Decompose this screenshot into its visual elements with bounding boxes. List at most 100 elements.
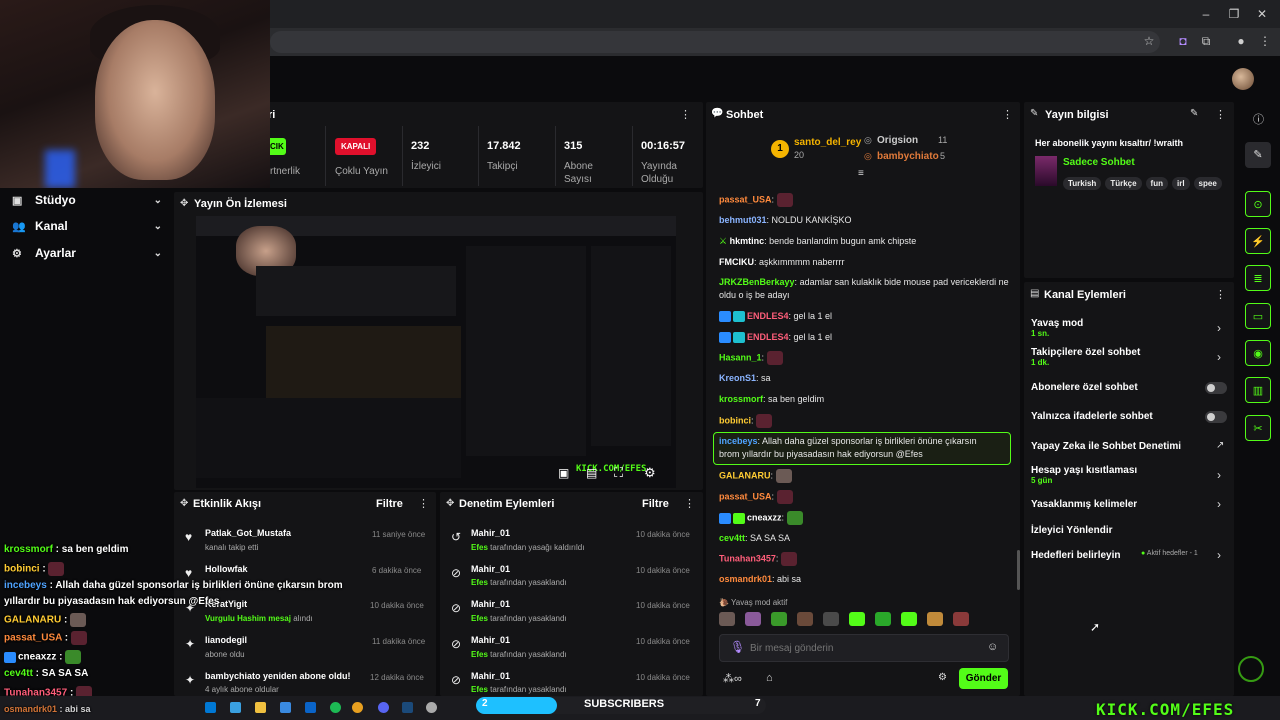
spotify-icon[interactable] <box>330 702 341 713</box>
discord-icon[interactable] <box>378 702 389 713</box>
multistream-badge[interactable]: KAPALI <box>335 138 377 155</box>
list-icon[interactable]: ≣ <box>1245 265 1271 291</box>
chat-username[interactable]: hkmtinc <box>730 236 765 246</box>
broadcast-icon[interactable]: ◉ <box>1245 340 1271 366</box>
chat-username[interactable]: GALANARU <box>719 470 771 480</box>
sidebar-item-settings[interactable]: ⚙ Ayarlar ⌄ <box>12 243 162 263</box>
moderation-name[interactable]: Mahir_01 <box>471 564 510 574</box>
chat-username[interactable]: KreonS1 <box>719 373 756 383</box>
chat-username[interactable]: osmandrk01 <box>719 574 772 584</box>
emotes-only-toggle[interactable] <box>1205 411 1227 423</box>
address-bar[interactable] <box>270 31 1160 53</box>
moderation-name[interactable]: Mahir_01 <box>471 635 510 645</box>
chat-username[interactable]: krossmorf <box>719 394 763 404</box>
activity-name[interactable]: Patlak_Got_Mustafa <box>205 528 291 538</box>
fullscreen-icon[interactable]: ⛶ <box>614 465 623 481</box>
leader-name[interactable]: Origsion <box>877 135 918 146</box>
info-icon[interactable]: ⓘ <box>1253 111 1264 127</box>
moderation-name[interactable]: Mahir_01 <box>471 671 510 681</box>
outlook-icon[interactable] <box>280 702 291 713</box>
activity-name[interactable]: bambychiato yeniden abone oldu! <box>205 671 351 681</box>
leaderboard-toggle-icon[interactable]: ≡ <box>858 168 864 179</box>
panel-drag-icon[interactable]: ✥ <box>446 498 454 509</box>
category-link[interactable]: Sadece Sohbet <box>1063 157 1135 168</box>
panel-menu-icon[interactable]: ⋮ <box>1215 288 1226 301</box>
emote-icon[interactable] <box>771 612 787 626</box>
word-icon[interactable] <box>305 702 316 713</box>
target-icon[interactable]: ⊙ <box>1245 191 1271 217</box>
store-icon[interactable]: ⌂ <box>766 672 773 684</box>
moderation-filter-button[interactable]: Filtre <box>642 498 669 510</box>
action-banned-words[interactable]: Yasaklanmış kelimeler <box>1031 499 1227 510</box>
emote-icon[interactable] <box>719 612 735 626</box>
settings-gear-icon[interactable]: ⚙ <box>644 465 656 481</box>
avatar[interactable] <box>1232 68 1254 90</box>
close-icon[interactable]: ✕ <box>1254 6 1270 22</box>
chat-username[interactable]: cev4tt <box>719 533 745 543</box>
panel-menu-icon[interactable]: ⋮ <box>684 497 695 510</box>
steam-icon[interactable] <box>402 702 413 713</box>
activity-name[interactable]: lianodegil <box>205 635 247 645</box>
chat-username[interactable]: JRKZBenBerkayy <box>719 277 795 287</box>
folder-icon[interactable] <box>255 702 266 713</box>
browser-menu-icon[interactable]: ⋮ <box>1258 34 1272 48</box>
leader-name[interactable]: bambychiato <box>877 151 939 162</box>
chat-bubble-icon[interactable]: ▭ <box>1245 303 1271 329</box>
sidebar-item-channel[interactable]: 👥 Kanal ⌄ <box>12 216 162 236</box>
emote-icon[interactable] <box>823 612 839 626</box>
fullscreen-alt-icon[interactable]: ▣ <box>558 466 569 480</box>
panel-drag-icon[interactable]: ✥ <box>180 198 188 209</box>
bookmark-star-icon[interactable]: ☆ <box>1142 34 1156 48</box>
chat-settings-icon[interactable]: ⚙ <box>938 672 947 683</box>
subs-only-toggle[interactable] <box>1205 382 1227 394</box>
maximize-icon[interactable]: ❐ <box>1226 6 1242 22</box>
chat-menu-icon[interactable]: ⋮ <box>1002 108 1013 121</box>
chat-scrollbar[interactable] <box>1017 550 1020 590</box>
emote-icon[interactable] <box>927 612 943 626</box>
sidebar-item-studio[interactable]: ▣ Stüdyo ⌄ <box>12 190 162 210</box>
extensions-puzzle-icon[interactable]: ⧉ <box>1199 34 1213 48</box>
bolt-icon[interactable]: ⚡ <box>1245 228 1271 254</box>
windows-start-icon[interactable] <box>205 702 216 713</box>
chat-username[interactable]: cneaxzz <box>747 512 782 522</box>
popout-icon[interactable]: ▤ <box>586 466 597 480</box>
leader-name[interactable]: santo_del_rey <box>794 137 861 148</box>
stream-preview-video[interactable]: KICK.COM/EFES <box>196 216 676 488</box>
chat-username[interactable]: FMCIKU <box>719 257 754 267</box>
moderation-name[interactable]: Mahir_01 <box>471 599 510 609</box>
emote-icon[interactable] <box>953 612 969 626</box>
emote-icon[interactable] <box>901 612 917 626</box>
emote-icon[interactable] <box>849 612 865 626</box>
points-icon[interactable]: ⁂∞ <box>723 672 742 685</box>
chat-input[interactable] <box>750 640 970 656</box>
edge-icon[interactable] <box>230 702 241 713</box>
microphone-icon[interactable]: 🎙 <box>730 640 745 654</box>
panel-drag-icon[interactable]: ✥ <box>180 498 188 509</box>
chrome-icon[interactable] <box>352 702 363 713</box>
activity-name[interactable]: Hollowfak <box>205 564 248 574</box>
action-ai-moderation[interactable]: Yapay Zeka ile Sohbet Denetimi <box>1031 441 1227 452</box>
profile-icon[interactable]: ● <box>1234 34 1248 48</box>
panel-menu-icon[interactable]: ⋮ <box>680 108 691 121</box>
emote-icon[interactable] <box>797 612 813 626</box>
send-button[interactable]: Gönder <box>959 668 1008 689</box>
emote-icon[interactable] <box>875 612 891 626</box>
obs-icon[interactable] <box>426 702 437 713</box>
chat-username[interactable]: passat_USA <box>719 491 772 501</box>
chat-username[interactable]: ENDLES4 <box>747 332 789 342</box>
chat-username[interactable]: Hasann_1 <box>719 352 762 362</box>
layout-icon[interactable]: ▥ <box>1245 377 1271 403</box>
action-followers-only[interactable]: Takipçilere özel sohbet 1 dk. <box>1031 347 1227 367</box>
chat-username[interactable]: behmut031 <box>719 215 767 225</box>
minimize-icon[interactable]: – <box>1198 6 1214 22</box>
emote-icon[interactable] <box>745 612 761 626</box>
action-slow-mode[interactable]: Yavaş mod 1 sn. <box>1031 318 1227 338</box>
chat-username[interactable]: ENDLES4 <box>747 311 789 321</box>
extension-icon[interactable]: ◘ <box>1176 34 1190 48</box>
chat-username[interactable]: incebeys <box>719 436 758 446</box>
panel-menu-icon[interactable]: ⋮ <box>1215 108 1226 121</box>
edit-pencil-icon[interactable]: ✎ <box>1245 142 1271 168</box>
moderation-name[interactable]: Mahir_01 <box>471 528 510 538</box>
action-account-age[interactable]: Hesap yaşı kısıtlaması 5 gün <box>1031 465 1227 485</box>
panel-menu-icon[interactable]: ⋮ <box>418 497 429 510</box>
